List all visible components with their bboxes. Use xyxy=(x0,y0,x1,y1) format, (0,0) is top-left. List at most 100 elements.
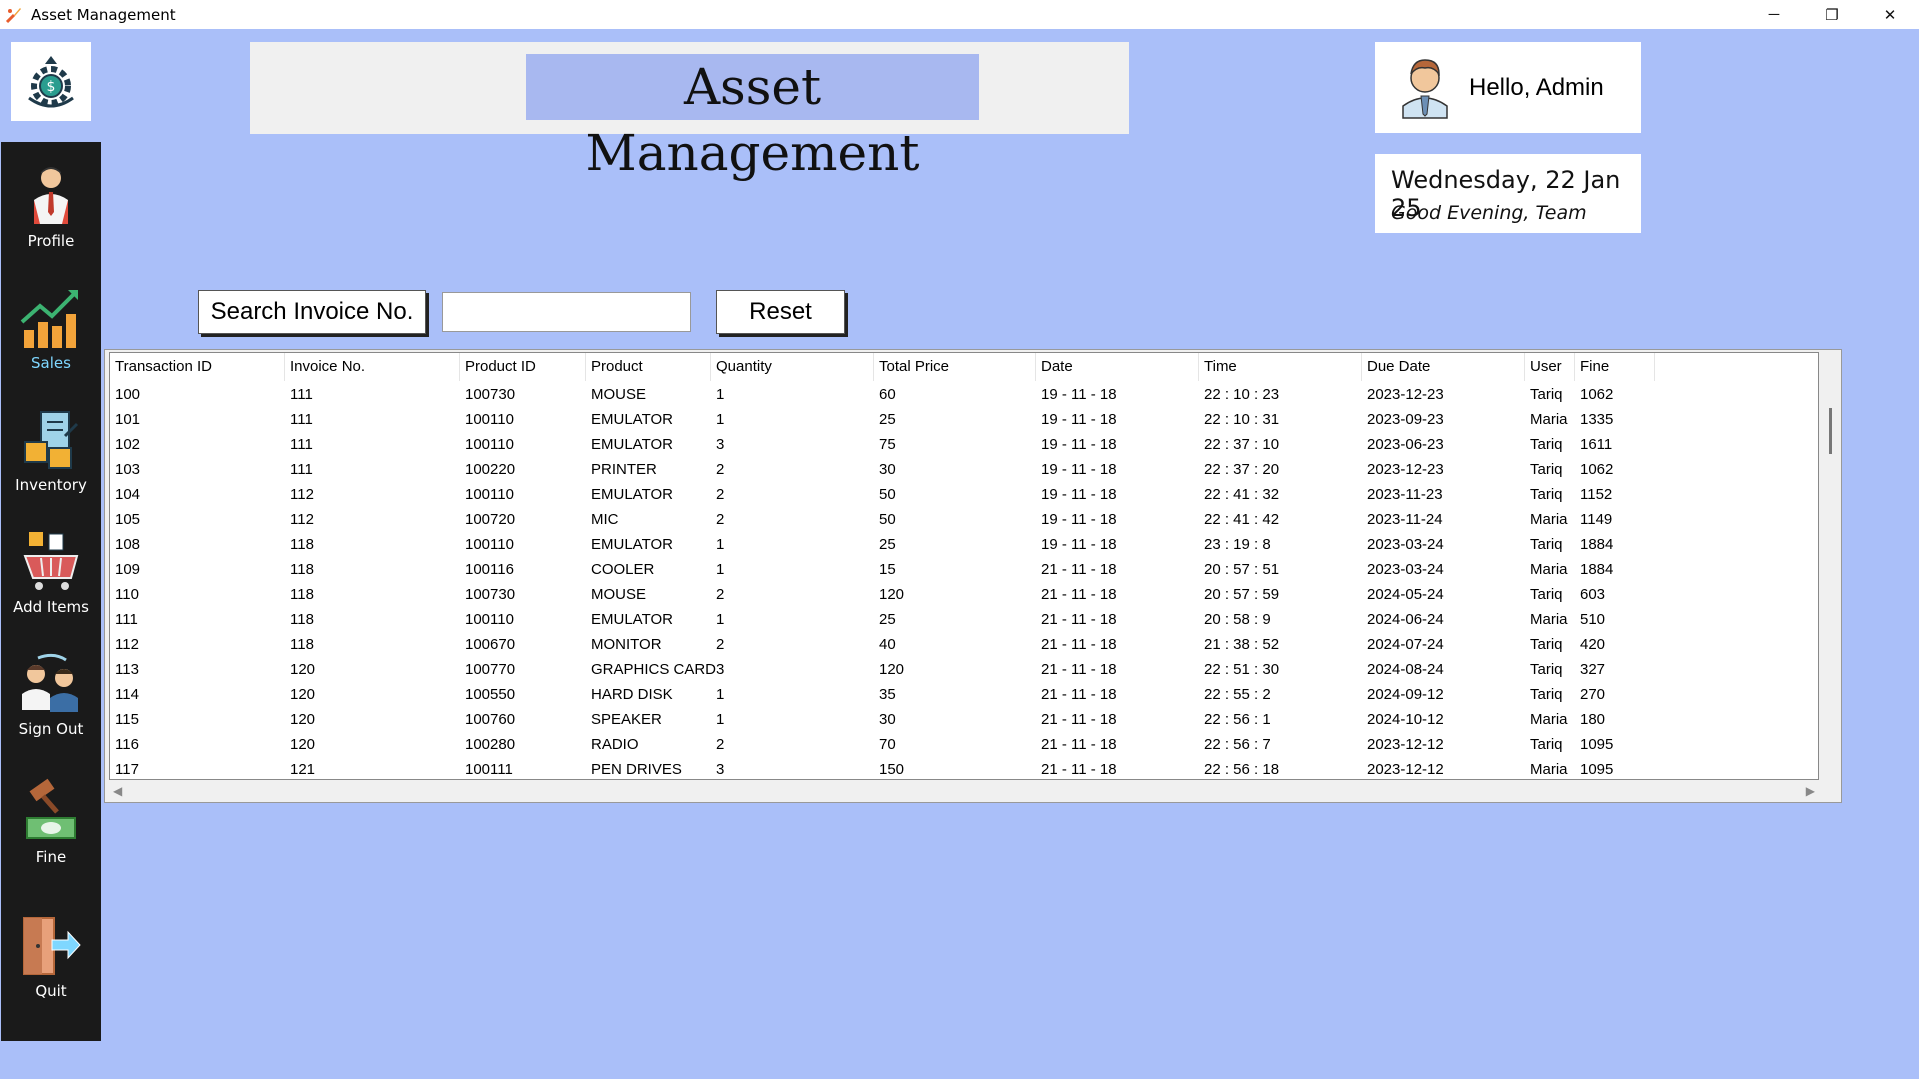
gear-money-icon: $ xyxy=(28,55,74,107)
minimize-button[interactable]: ─ xyxy=(1745,0,1803,29)
table-cell: 21 - 11 - 18 xyxy=(1041,661,1117,678)
table-cell: 25 xyxy=(879,536,896,553)
table-cell: 21 - 11 - 18 xyxy=(1041,561,1117,578)
table-cell: 21 - 11 - 18 xyxy=(1041,636,1117,653)
column-header[interactable]: Product ID xyxy=(460,353,586,381)
sidebar-item-fine[interactable]: Fine xyxy=(1,778,101,888)
table-cell: 25 xyxy=(879,611,896,628)
table-cell: 22 : 10 : 31 xyxy=(1204,411,1280,428)
sidebar-item-label: Quit xyxy=(35,982,67,1000)
scroll-right-icon[interactable]: ▶ xyxy=(1806,784,1815,798)
sidebar-item-label: Sales xyxy=(31,354,71,372)
user-card: Hello, Admin xyxy=(1375,42,1641,133)
table-cell: Tariq xyxy=(1530,436,1563,453)
sidebar-item-inventory[interactable]: Inventory xyxy=(1,408,101,518)
table-row[interactable]: 105 112 100720 MIC 2 50 19 - 11 - 18 22 : 41 : … xyxy=(110,507,1818,532)
table-row[interactable]: 116 120 100280 RADIO 2 70 21 - 11 - 18 22 : 56 … xyxy=(110,732,1818,757)
table-row[interactable]: 101 111 100110 EMULATOR 1 25 19 - 11 - 18 22 : … xyxy=(110,407,1818,432)
table-cell: 2 xyxy=(716,736,725,753)
table-row[interactable]: 102 111 100110 EMULATOR 3 75 19 - 11 - 18 22 : … xyxy=(110,432,1818,457)
sidebar-item-add-items[interactable]: Add Items xyxy=(1,530,101,640)
table-cell: 1 xyxy=(716,536,725,553)
table-cell: Maria xyxy=(1530,611,1568,628)
table-row[interactable]: 117 121 100111 PEN DRIVES 3 150 21 - 11 - 18 22… xyxy=(110,757,1818,779)
table-cell: 2 xyxy=(716,486,725,503)
table-row[interactable]: 111 118 100110 EMULATOR 1 25 21 - 11 - 18 20 : … xyxy=(110,607,1818,632)
column-header[interactable]: Due Date xyxy=(1362,353,1525,381)
table-cell: 3 xyxy=(716,436,725,453)
sidebar-item-label: Inventory xyxy=(15,476,87,494)
table-row[interactable]: 112 118 100670 MONITOR 2 40 21 - 11 - 18 21 : 3… xyxy=(110,632,1818,657)
table-row[interactable]: 115 120 100760 SPEAKER 1 30 21 - 11 - 18 22 : 5… xyxy=(110,707,1818,732)
table-cell: 118 xyxy=(290,586,314,603)
table-cell: 19 - 11 - 18 xyxy=(1041,511,1117,528)
table-cell: 120 xyxy=(290,661,316,678)
table-cell: 1 xyxy=(716,411,725,428)
table-cell: Tariq xyxy=(1530,686,1563,703)
sidebar-item-sales[interactable]: Sales xyxy=(1,286,101,396)
table-cell: 60 xyxy=(879,386,896,403)
table-cell: 100220 xyxy=(465,461,516,478)
scroll-thumb[interactable] xyxy=(1829,408,1832,454)
table-cell: 20 : 58 : 9 xyxy=(1204,611,1271,628)
sidebar-item-sign-out[interactable]: Sign Out xyxy=(1,652,101,762)
table-cell: Tariq xyxy=(1530,536,1563,553)
column-header[interactable]: User xyxy=(1525,353,1575,381)
table-cell: 22 : 41 : 42 xyxy=(1204,511,1280,528)
table-row[interactable]: 110 118 100730 MOUSE 2 120 21 - 11 - 18 20 : 57… xyxy=(110,582,1818,607)
table-cell: 121 xyxy=(290,761,316,778)
table-cell: 2024-05-24 xyxy=(1367,586,1444,603)
table-row[interactable]: 109 118 100116 COOLER 1 15 21 - 11 - 18 20 : 57… xyxy=(110,557,1818,582)
sidebar-item-quit[interactable]: Quit xyxy=(1,914,101,1024)
column-header[interactable]: Date xyxy=(1036,353,1199,381)
reset-button[interactable]: Reset xyxy=(716,290,845,334)
svg-text:$: $ xyxy=(47,79,56,95)
app-logo: $ xyxy=(11,42,91,121)
table-cell: 19 - 11 - 18 xyxy=(1041,436,1117,453)
column-header[interactable]: Fine xyxy=(1575,353,1655,381)
table-cell: 3 xyxy=(716,761,725,778)
table-row[interactable]: 103 111 100220 PRINTER 2 30 19 - 11 - 18 22 : 3… xyxy=(110,457,1818,482)
column-header[interactable]: Quantity xyxy=(711,353,874,381)
table-cell: 2023-03-24 xyxy=(1367,536,1444,553)
table-cell: GRAPHICS CARD xyxy=(591,661,717,678)
table-row[interactable]: 113 120 100770 GRAPHICS CARD 3 120 21 - 11 - 1… xyxy=(110,657,1818,682)
horizontal-scrollbar[interactable]: ◀ ▶ xyxy=(109,782,1819,800)
column-header[interactable]: Time xyxy=(1199,353,1362,381)
transactions-table[interactable]: Transaction ID Invoice No. Product ID Produ… xyxy=(109,352,1819,780)
search-input[interactable] xyxy=(442,292,691,332)
table-cell: 1062 xyxy=(1580,386,1614,403)
table-cell: 19 - 11 - 18 xyxy=(1041,486,1117,503)
table-cell: 21 - 11 - 18 xyxy=(1041,586,1117,603)
time-greeting: Good Evening, Team xyxy=(1391,202,1587,224)
table-cell: 1095 xyxy=(1580,736,1614,753)
column-header[interactable]: Product xyxy=(586,353,711,381)
table-cell: 22 : 41 : 32 xyxy=(1204,486,1280,503)
table-cell: 420 xyxy=(1580,636,1606,653)
search-invoice-button[interactable]: Search Invoice No. xyxy=(198,290,426,334)
scroll-left-icon[interactable]: ◀ xyxy=(113,784,122,798)
table-row[interactable]: 108 118 100110 EMULATOR 1 25 19 - 11 - 18 23 : … xyxy=(110,532,1818,557)
table-cell: 1884 xyxy=(1580,561,1614,578)
table-cell: 120 xyxy=(290,711,316,728)
column-header[interactable]: Total Price xyxy=(874,353,1036,381)
table-row[interactable]: 104 112 100110 EMULATOR 2 50 19 - 11 - 18 22 : … xyxy=(110,482,1818,507)
table-cell: Maria xyxy=(1530,561,1568,578)
close-button[interactable]: ✕ xyxy=(1861,0,1919,29)
vertical-scrollbar[interactable] xyxy=(1824,386,1838,742)
table-cell: 100760 xyxy=(465,711,516,728)
table-row[interactable]: 100 111 100730 MOUSE 1 60 19 - 11 - 18 22 : 10 … xyxy=(110,382,1818,407)
table-cell: 117 xyxy=(115,761,139,778)
column-header[interactable]: Transaction ID xyxy=(110,353,285,381)
restore-button[interactable]: ❐ xyxy=(1803,0,1861,29)
column-header[interactable]: Invoice No. xyxy=(285,353,460,381)
table-cell: 1152 xyxy=(1580,486,1613,503)
sidebar-item-profile[interactable]: Profile xyxy=(1,164,101,274)
table-cell: 112 xyxy=(290,486,314,503)
table-cell: 23 : 19 : 8 xyxy=(1204,536,1271,553)
table-cell: 19 - 11 - 18 xyxy=(1041,461,1117,478)
table-cell: 100670 xyxy=(465,636,516,653)
sidebar: Profile Sales Inventory Add Items Sign O… xyxy=(1,142,101,1041)
table-row[interactable]: 114 120 100550 HARD DISK 1 35 21 - 11 - 18 22 :… xyxy=(110,682,1818,707)
table-cell: 22 : 51 : 30 xyxy=(1204,661,1280,678)
